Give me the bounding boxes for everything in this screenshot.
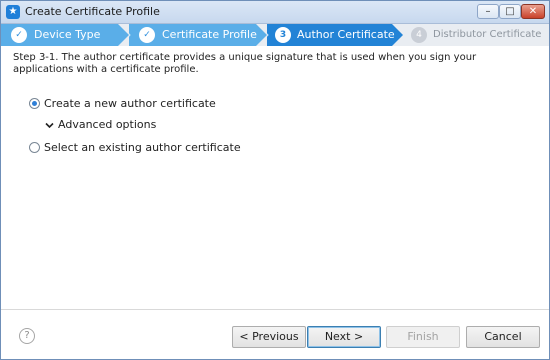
minimize-button[interactable]: –	[477, 4, 499, 19]
help-icon[interactable]: ?	[19, 328, 35, 344]
step-progress-bar: ✓ Device Type ✓ Certificate Profile 3 Au…	[1, 24, 549, 46]
finish-button[interactable]: Finish	[386, 326, 460, 348]
select-existing-radio[interactable]	[29, 142, 40, 153]
advanced-options-toggle[interactable]: Advanced options	[45, 118, 157, 132]
close-button[interactable]: ✕	[521, 4, 545, 19]
create-new-label: Create a new author certificate	[44, 97, 216, 110]
select-existing-label: Select an existing author certificate	[44, 141, 241, 154]
cancel-button[interactable]: Cancel	[466, 326, 540, 348]
chevron-down-icon	[45, 122, 54, 129]
step-number-4: 4	[411, 27, 427, 43]
step-device-type: ✓ Device Type	[1, 24, 129, 46]
maximize-button[interactable]: □	[499, 4, 521, 19]
advanced-options-label: Advanced options	[58, 118, 157, 131]
check-icon: ✓	[11, 27, 27, 43]
create-certificate-profile-window: ★ Create Certificate Profile – □ ✕ ✓ Dev…	[0, 0, 550, 360]
step-label-device-type: Device Type	[34, 28, 101, 41]
previous-button[interactable]: < Previous	[232, 326, 306, 348]
star-icon: ★	[6, 5, 20, 19]
create-new-author-certificate-option[interactable]: Create a new author certificate	[29, 96, 216, 112]
step-label-distributor-certificate: Distributor Certificate	[433, 29, 542, 40]
next-button[interactable]: Next >	[307, 326, 381, 348]
step-author-certificate: 3 Author Certificate	[267, 24, 403, 46]
step-certificate-profile: ✓ Certificate Profile	[129, 24, 267, 46]
select-existing-author-certificate-option[interactable]: Select an existing author certificate	[29, 140, 241, 156]
check-icon: ✓	[139, 27, 155, 43]
title-bar[interactable]: ★ Create Certificate Profile – □ ✕	[1, 1, 549, 24]
footer-divider	[1, 309, 549, 310]
step-description: Step 3-1. The author certificate provide…	[13, 52, 477, 75]
step-distributor-certificate: 4 Distributor Certificate	[403, 24, 549, 46]
step-number-3: 3	[275, 27, 291, 43]
step-label-certificate-profile: Certificate Profile	[162, 28, 257, 41]
create-new-radio[interactable]	[29, 98, 40, 109]
step-label-author-certificate: Author Certificate	[297, 28, 395, 41]
window-title: Create Certificate Profile	[25, 5, 160, 18]
